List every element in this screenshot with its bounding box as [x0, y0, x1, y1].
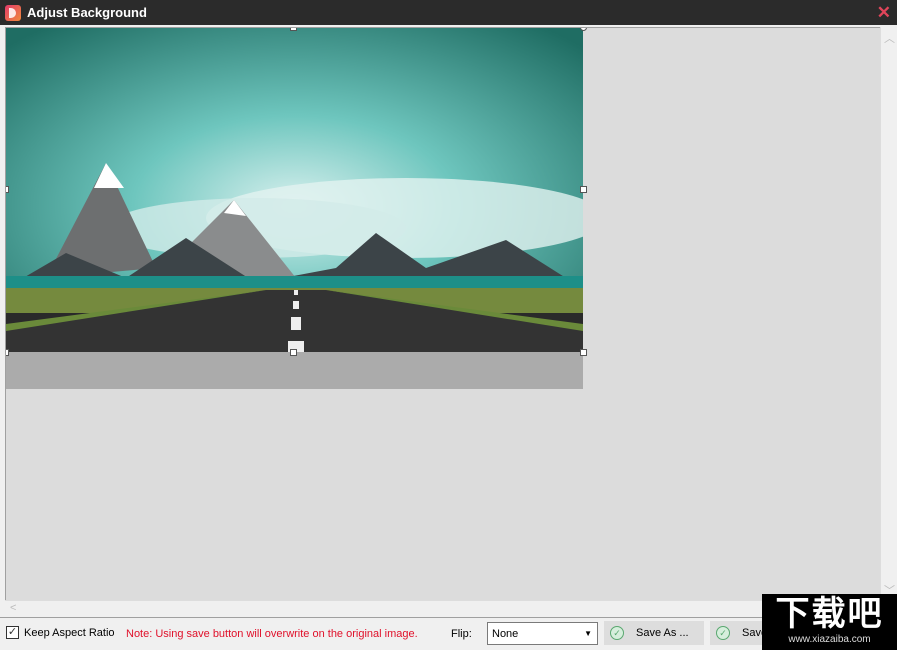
background-image[interactable]	[6, 28, 583, 352]
flip-value: None	[492, 628, 519, 640]
resize-handle-right[interactable]	[580, 186, 587, 193]
app-logo-icon	[5, 4, 21, 21]
resize-handle-bottom-left[interactable]	[6, 349, 9, 356]
close-icon[interactable]: ✕	[877, 3, 891, 23]
horizontal-scrollbar[interactable]: <	[5, 600, 880, 616]
image-canvas[interactable]	[5, 27, 880, 600]
watermark-logo: 下载吧 www.xiazaiba.com	[762, 594, 897, 650]
resize-handle-top-right[interactable]	[580, 28, 587, 31]
check-circle-icon: ✓	[716, 626, 730, 640]
overwrite-note: Note: Using save button will overwrite o…	[126, 628, 418, 640]
flip-label: Flip:	[451, 628, 472, 640]
check-circle-icon: ✓	[610, 626, 624, 640]
scroll-left-icon[interactable]: <	[10, 602, 16, 614]
scroll-up-icon[interactable]: ︿	[884, 30, 895, 46]
keep-aspect-label[interactable]: Keep Aspect Ratio	[24, 627, 115, 639]
dropdown-arrow-icon: ▼	[584, 629, 592, 638]
title-bar: Adjust Background ✕	[0, 0, 897, 25]
vertical-scrollbar[interactable]: ︿ ﹀	[880, 27, 896, 600]
save-as-label: Save As ...	[636, 627, 689, 639]
flip-select[interactable]: None ▼	[487, 622, 598, 645]
resize-handle-bottom[interactable]	[290, 349, 297, 356]
resize-handle-top[interactable]	[290, 28, 297, 31]
save-as-button[interactable]: ✓ Save As ...	[604, 621, 704, 645]
resize-handle-left[interactable]	[6, 186, 9, 193]
keep-aspect-checkbox[interactable]: ✓	[6, 626, 19, 639]
resize-handle-bottom-right[interactable]	[580, 349, 587, 356]
window-title: Adjust Background	[27, 5, 147, 20]
